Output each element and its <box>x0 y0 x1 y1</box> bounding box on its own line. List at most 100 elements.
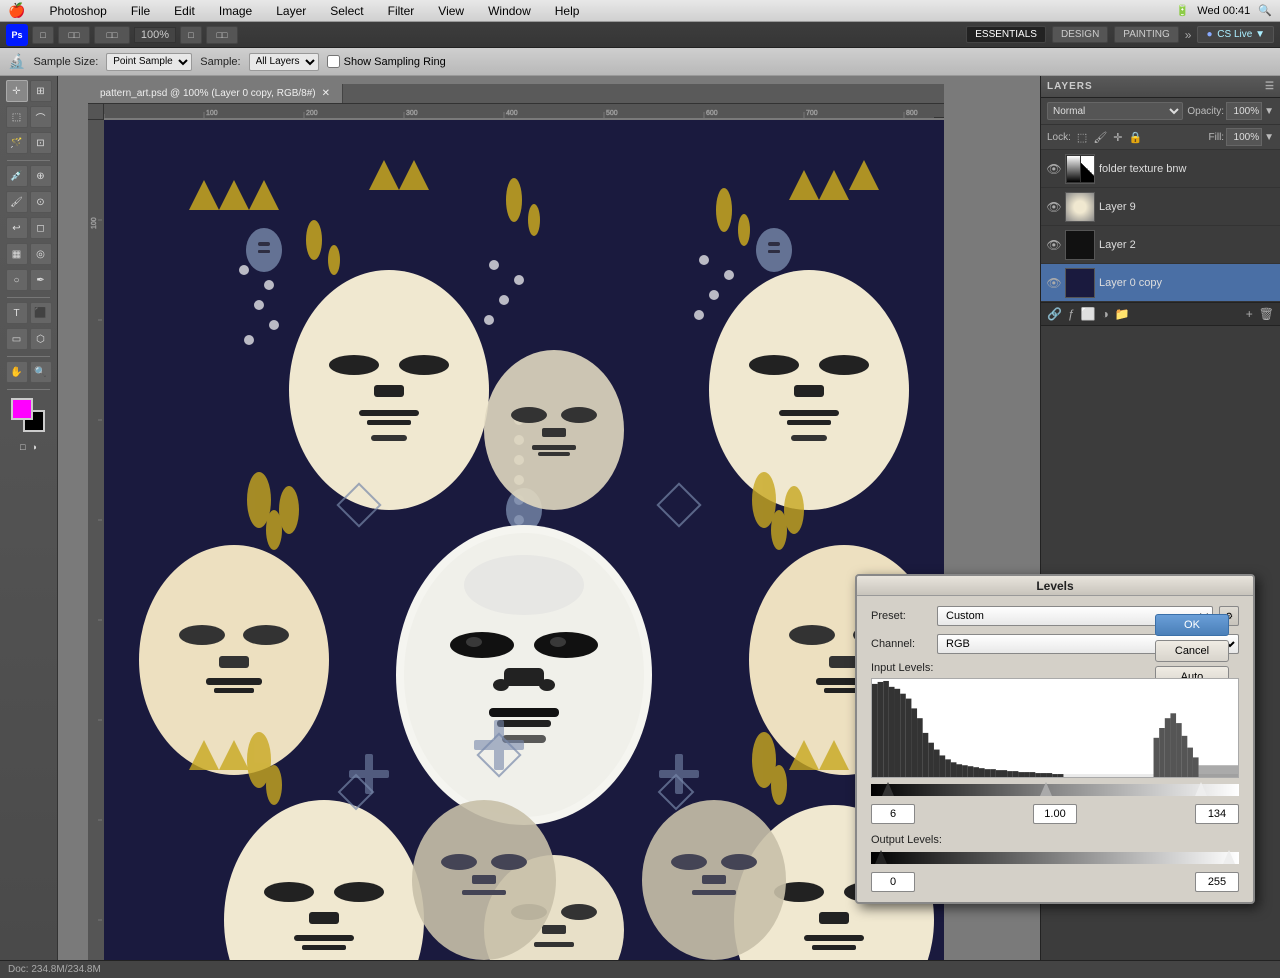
fill-arrow[interactable]: ▼ <box>1264 132 1274 143</box>
artwork-canvas[interactable] <box>104 120 944 960</box>
arrange-button[interactable]: □ <box>180 26 202 44</box>
tool-brush[interactable]: 🖌 <box>6 191 28 213</box>
tool-path-select[interactable]: ⬛ <box>30 302 52 324</box>
lock-all-icon[interactable]: 🔒 <box>1129 131 1143 144</box>
open-button[interactable]: □□ <box>58 26 90 44</box>
tools-button[interactable]: □□ <box>206 26 238 44</box>
lock-image-icon[interactable]: 🖌 <box>1093 131 1107 144</box>
layers-panel: LAYERS ☰ Normal Opacity: ▼ Lock: ⬚ 🖌 ✛ <box>1041 76 1280 326</box>
output-black-value[interactable]: 0 <box>871 872 915 892</box>
show-sampling-ring-label[interactable]: Show Sampling Ring <box>327 55 446 68</box>
menu-select[interactable]: Select <box>326 2 367 20</box>
tool-dodge[interactable]: ○ <box>6 269 28 291</box>
menu-photoshop[interactable]: Photoshop <box>45 2 110 20</box>
output-slider <box>871 850 1239 866</box>
layer-item-2[interactable]: 👁 Layer 2 <box>1041 226 1280 264</box>
layer-delete-icon[interactable]: 🗑 <box>1259 307 1274 321</box>
menu-image[interactable]: Image <box>215 2 256 20</box>
cs-live-button[interactable]: ● CS Live ▼ <box>1197 26 1274 43</box>
tool-eyedropper[interactable]: 💉 <box>6 165 28 187</box>
workspace-more[interactable]: » <box>1185 28 1192 42</box>
tool-blur[interactable]: ◎ <box>30 243 52 265</box>
tool-type[interactable]: T <box>6 302 28 324</box>
search-icon[interactable]: 🔍 <box>1258 4 1272 17</box>
layer-new-icon[interactable]: + <box>1246 307 1253 321</box>
opacity-arrow[interactable]: ▼ <box>1264 106 1274 117</box>
mid-input-handle[interactable] <box>1040 782 1052 796</box>
layer-item-folder[interactable]: 👁 folder texture bnw <box>1041 150 1280 188</box>
quick-mask-mode[interactable]: ◑ <box>32 442 37 452</box>
white-input-handle[interactable] <box>1195 782 1207 796</box>
white-output-handle[interactable] <box>1223 850 1235 864</box>
cs-live-icon: ● <box>1206 29 1212 40</box>
tool-heal[interactable]: ⊕ <box>30 165 52 187</box>
opacity-input[interactable] <box>1226 102 1262 120</box>
layer-adjustment-icon[interactable]: ◑ <box>1102 307 1109 321</box>
tool-shape[interactable]: ▭ <box>6 328 28 350</box>
tool-hand[interactable]: ✋ <box>6 361 28 383</box>
lock-transparent-icon[interactable]: ⬚ <box>1077 131 1087 144</box>
input-black-value[interactable]: 6 <box>871 804 915 824</box>
input-white-value[interactable]: 134 <box>1195 804 1239 824</box>
blend-mode-select[interactable]: Normal <box>1047 102 1183 120</box>
output-levels-label: Output Levels: <box>871 834 1239 846</box>
workspace-design[interactable]: DESIGN <box>1052 26 1108 43</box>
levels-ok-button[interactable]: OK <box>1155 614 1229 636</box>
input-mid-value[interactable]: 1.00 <box>1033 804 1077 824</box>
new-document-button[interactable]: □ <box>32 26 54 44</box>
workspace-essentials[interactable]: ESSENTIALS <box>966 26 1046 43</box>
black-input-handle[interactable] <box>882 782 894 796</box>
output-white-value[interactable]: 255 <box>1195 872 1239 892</box>
tool-crop[interactable]: ⊡ <box>30 132 52 154</box>
menu-help[interactable]: Help <box>551 2 584 20</box>
levels-cancel-button[interactable]: Cancel <box>1155 640 1229 662</box>
document-tab-active[interactable]: pattern_art.psd @ 100% (Layer 0 copy, RG… <box>88 84 343 103</box>
lock-position-icon[interactable]: ✛ <box>1113 131 1122 144</box>
tool-zoom[interactable]: 🔍 <box>30 361 52 383</box>
layers-panel-menu[interactable]: ☰ <box>1265 81 1274 92</box>
fill-input[interactable] <box>1226 128 1262 146</box>
standard-mode[interactable]: □ <box>20 442 25 452</box>
tool-lasso[interactable]: ⌒ <box>30 106 52 128</box>
workspace-painting[interactable]: PAINTING <box>1114 26 1178 43</box>
layer-link-icon[interactable]: 🔗 <box>1047 307 1062 321</box>
menu-edit[interactable]: Edit <box>170 2 199 20</box>
menu-window[interactable]: Window <box>484 2 535 20</box>
layer-item-0copy[interactable]: 👁 Layer 0 copy <box>1041 264 1280 302</box>
show-sampling-ring-checkbox[interactable] <box>327 55 340 68</box>
tool-gradient[interactable]: ▦ <box>6 243 28 265</box>
tool-history-brush[interactable]: ↩ <box>6 217 28 239</box>
sample-size-label: Sample Size: <box>33 56 98 68</box>
sample-layers-select[interactable]: All Layers <box>249 53 319 71</box>
lock-label: Lock: <box>1047 132 1071 143</box>
menu-view[interactable]: View <box>434 2 468 20</box>
document-close[interactable]: ✕ <box>322 88 330 99</box>
tool-artboard[interactable]: ⊞ <box>30 80 52 102</box>
menu-filter[interactable]: Filter <box>384 2 419 20</box>
apple-menu[interactable]: 🍎 <box>8 2 25 19</box>
levels-dialog-titlebar: Levels <box>857 576 1253 596</box>
tool-eraser[interactable]: ◻ <box>30 217 52 239</box>
tool-quick-select[interactable]: 🪄 <box>6 132 28 154</box>
menu-file[interactable]: File <box>127 2 154 20</box>
layer-item-9[interactable]: 👁 Layer 9 <box>1041 188 1280 226</box>
tool-stamp[interactable]: ⊙ <box>30 191 52 213</box>
layer-mask-icon[interactable]: ⬜ <box>1081 307 1096 321</box>
black-output-handle[interactable] <box>875 850 887 864</box>
input-slider-track <box>871 784 1239 796</box>
layer-visibility-2[interactable]: 👁 <box>1047 200 1061 214</box>
menu-layer[interactable]: Layer <box>272 2 310 20</box>
tool-pen[interactable]: ✒ <box>30 269 52 291</box>
layer-style-icon[interactable]: ƒ <box>1068 307 1075 321</box>
fill-label: Fill: <box>1209 132 1225 143</box>
tool-marquee[interactable]: ⬚ <box>6 106 28 128</box>
layer-folder-icon[interactable]: 📁 <box>1115 307 1130 321</box>
layer-visibility-1[interactable]: 👁 <box>1047 162 1061 176</box>
layer-visibility-3[interactable]: 👁 <box>1047 238 1061 252</box>
layer-visibility-4[interactable]: 👁 <box>1047 276 1061 290</box>
foreground-color[interactable] <box>11 398 33 420</box>
bridge-button[interactable]: □□ <box>94 26 130 44</box>
tool-3d[interactable]: ⬡ <box>30 328 52 350</box>
tool-move[interactable]: ✛ <box>6 80 28 102</box>
sample-size-select[interactable]: Point Sample <box>106 53 192 71</box>
